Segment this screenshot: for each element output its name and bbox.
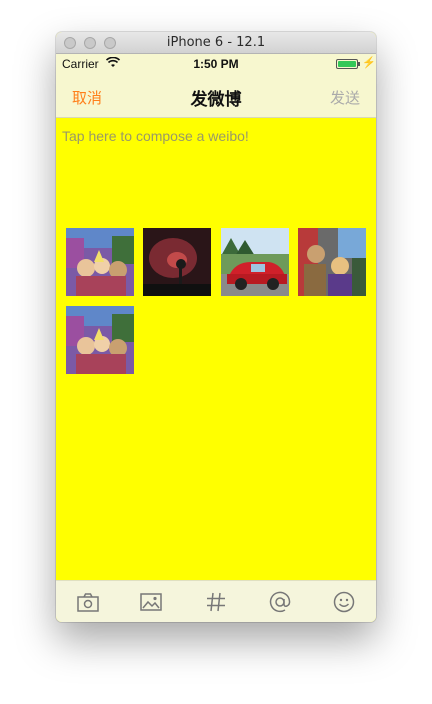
photo-2[interactable] <box>143 228 211 296</box>
status-bar: Carrier 1:50 PM ⚡ <box>56 54 376 74</box>
photo-5[interactable] <box>66 306 134 374</box>
status-time: 1:50 PM <box>193 57 239 71</box>
charging-icon: ⚡ <box>362 57 376 69</box>
send-button[interactable]: 发送 <box>330 87 360 108</box>
navigation-bar: 取消 发微博 发送 <box>56 74 376 118</box>
photo-1[interactable] <box>66 228 134 296</box>
compose-text-input[interactable]: Tap here to compose a weibo! <box>62 128 249 144</box>
mention-icon[interactable] <box>268 590 292 614</box>
photo-4[interactable] <box>298 228 366 296</box>
image-icon[interactable] <box>139 590 163 614</box>
battery-tip <box>358 62 360 66</box>
page-title: 发微博 <box>190 90 242 109</box>
battery-icon <box>336 59 358 69</box>
camera-icon[interactable] <box>76 590 100 614</box>
window-title: iPhone 6 - 12.1 <box>166 35 266 50</box>
window-titlebar: iPhone 6 - 12.1 <box>56 32 376 54</box>
emoji-icon[interactable] <box>332 590 356 614</box>
photo-3[interactable] <box>221 228 289 296</box>
simulator-window: iPhone 6 - 12.1 Carrier 1:50 PM ⚡ 取消 发微博… <box>56 32 376 622</box>
compose-toolbar <box>56 580 376 622</box>
hashtag-icon[interactable] <box>204 590 228 614</box>
